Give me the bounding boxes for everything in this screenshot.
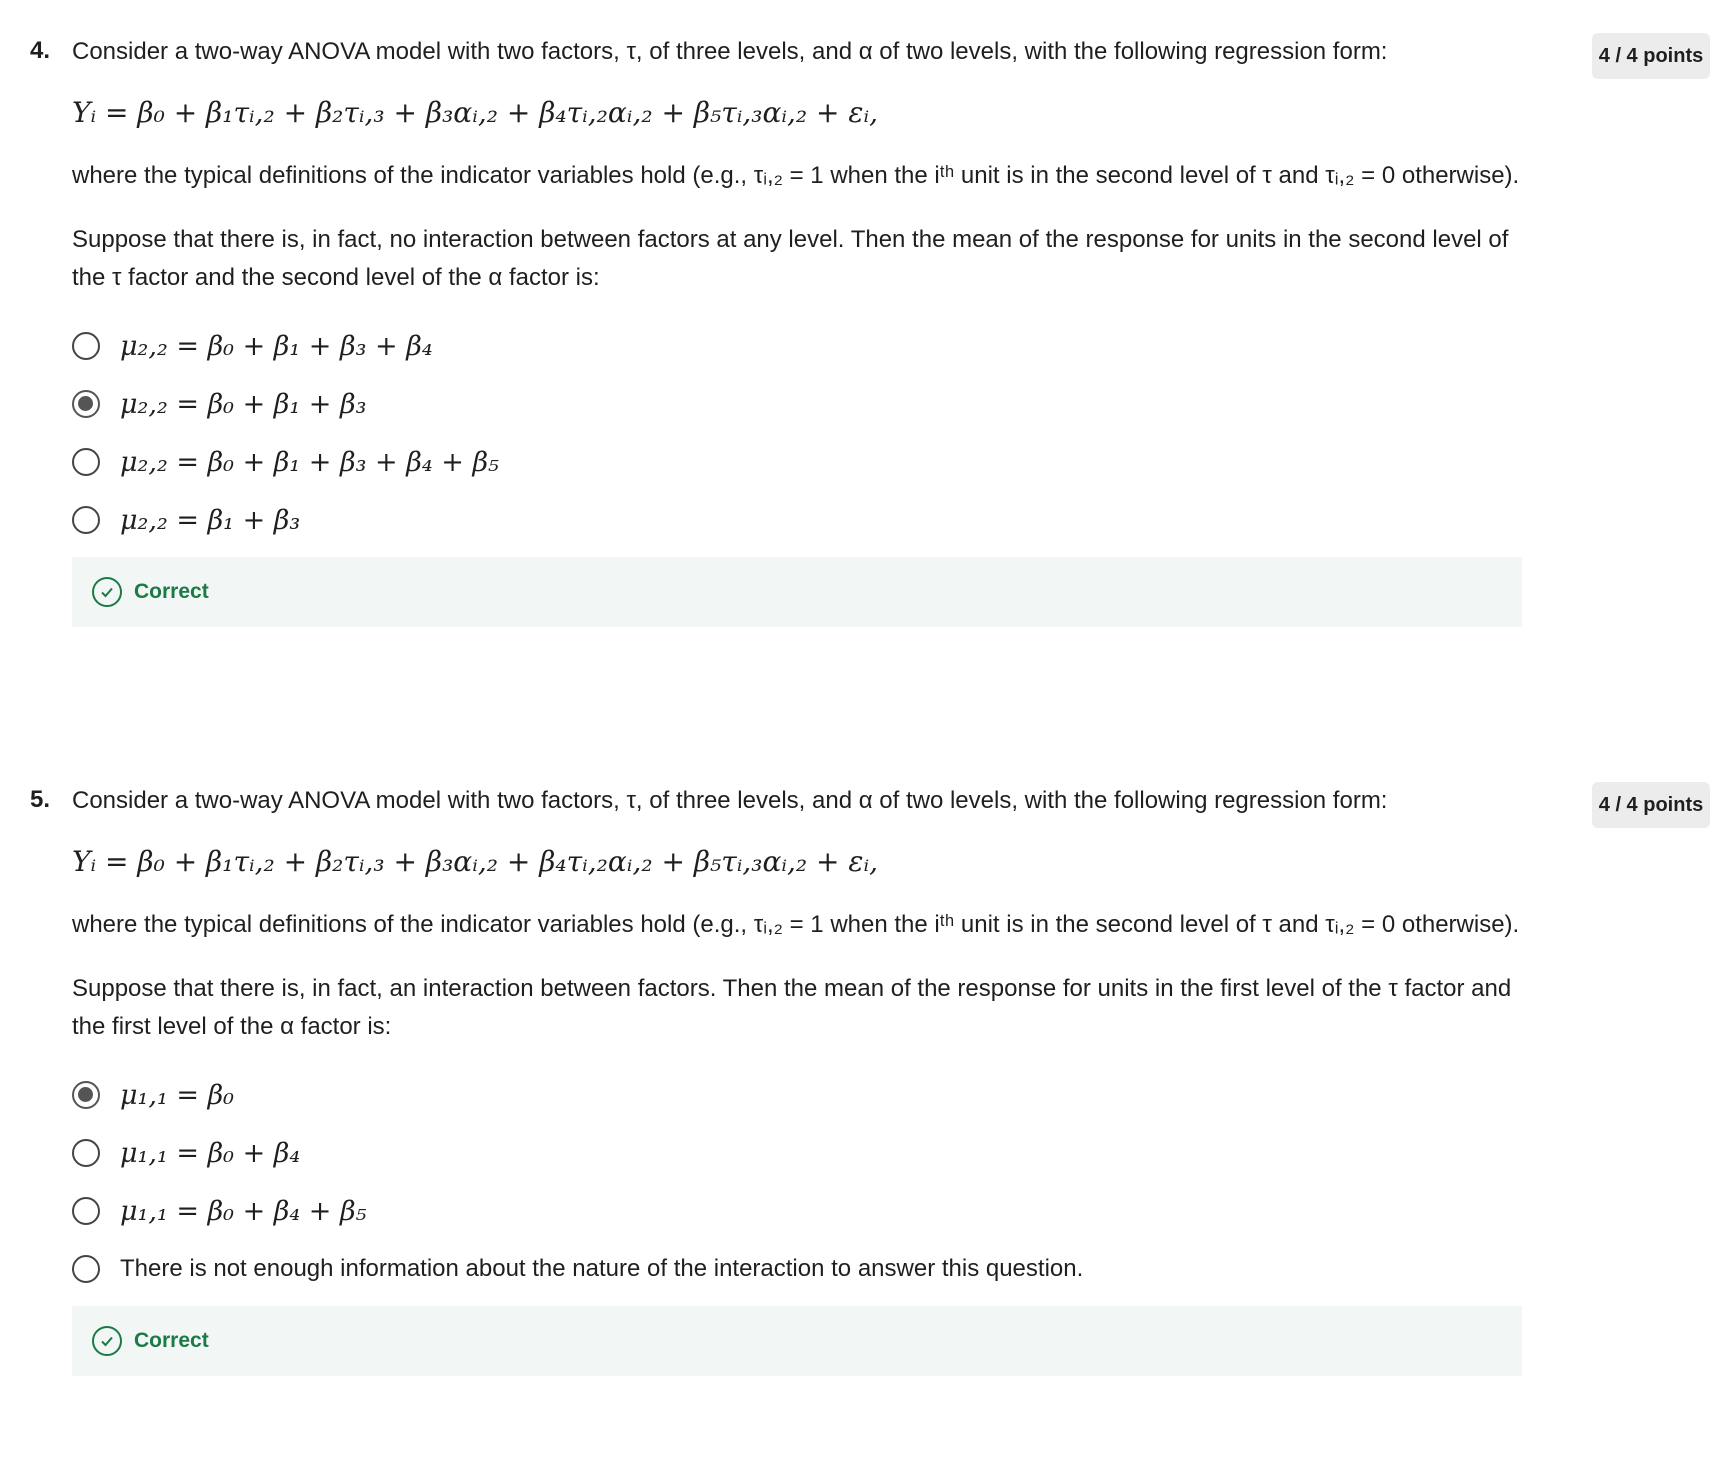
- question-number: 4.: [30, 37, 51, 64]
- answer-option[interactable]: There is not enough information about th…: [72, 1240, 1522, 1298]
- radio-button-selected[interactable]: [72, 1081, 100, 1109]
- radio-button-selected[interactable]: [72, 390, 100, 418]
- answer-option[interactable]: μ₂,₂ = β₀ + β₁ + β₃: [72, 375, 1522, 433]
- option-label: μ₁,₁ = β₀ + β₄: [120, 1137, 301, 1169]
- option-label: μ₂,₂ = β₀ + β₁ + β₃ + β₄ + β₅: [120, 446, 499, 478]
- answer-option[interactable]: μ₂,₂ = β₀ + β₁ + β₃ + β₄ + β₅: [72, 433, 1522, 491]
- answer-option[interactable]: μ₂,₂ = β₀ + β₁ + β₃ + β₄: [72, 317, 1522, 375]
- indicator-definition: where the typical definitions of the ind…: [72, 911, 1520, 938]
- option-label: μ₁,₁ = β₀ + β₄ + β₅: [120, 1195, 367, 1227]
- feedback-label: Correct: [134, 1329, 209, 1352]
- answer-option[interactable]: μ₁,₁ = β₀ + β₄ + β₅: [72, 1182, 1522, 1240]
- regression-equation: Yᵢ = β₀ + β₁τᵢ,₂ + β₂τᵢ,₃ + β₃αᵢ,₂ + β₄τ…: [72, 96, 878, 129]
- option-label: μ₂,₂ = β₀ + β₁ + β₃: [120, 388, 367, 420]
- quiz-page: 4. 4 / 4 points Consider a two-way ANOVA…: [0, 0, 1721, 1481]
- radio-button[interactable]: [72, 506, 100, 534]
- regression-equation: Yᵢ = β₀ + β₁τᵢ,₂ + β₂τᵢ,₃ + β₃αᵢ,₂ + β₄τ…: [72, 845, 878, 878]
- answer-options: μ₂,₂ = β₀ + β₁ + β₃ + β₄ μ₂,₂ = β₀ + β₁ …: [72, 317, 1522, 549]
- option-label: There is not enough information about th…: [120, 1255, 1084, 1282]
- question-scenario: Suppose that there is, in fact, an inter…: [72, 975, 1512, 1040]
- question-scenario: Suppose that there is, in fact, no inter…: [72, 226, 1509, 291]
- question-prompt: Consider a two-way ANOVA model with two …: [72, 38, 1388, 65]
- points-badge: 4 / 4 points: [1592, 782, 1710, 828]
- question-prompt: Consider a two-way ANOVA model with two …: [72, 787, 1388, 814]
- question-number: 5.: [30, 786, 51, 813]
- check-circle-icon: [92, 1326, 122, 1356]
- answer-options: μ₁,₁ = β₀ μ₁,₁ = β₀ + β₄ μ₁,₁ = β₀ + β₄ …: [72, 1066, 1522, 1298]
- radio-button[interactable]: [72, 1197, 100, 1225]
- option-label: μ₁,₁ = β₀: [120, 1079, 234, 1111]
- feedback-correct: Correct: [72, 1306, 1522, 1376]
- feedback-correct: Correct: [72, 557, 1522, 627]
- answer-option[interactable]: μ₁,₁ = β₀: [72, 1066, 1522, 1124]
- radio-button[interactable]: [72, 448, 100, 476]
- option-label: μ₂,₂ = β₀ + β₁ + β₃ + β₄: [120, 330, 433, 362]
- answer-option[interactable]: μ₁,₁ = β₀ + β₄: [72, 1124, 1522, 1182]
- radio-button[interactable]: [72, 1139, 100, 1167]
- points-badge: 4 / 4 points: [1592, 33, 1710, 79]
- radio-button[interactable]: [72, 1255, 100, 1283]
- radio-button[interactable]: [72, 332, 100, 360]
- check-circle-icon: [92, 577, 122, 607]
- answer-option[interactable]: μ₂,₂ = β₁ + β₃: [72, 491, 1522, 549]
- indicator-definition: where the typical definitions of the ind…: [72, 162, 1520, 189]
- feedback-label: Correct: [134, 580, 209, 603]
- option-label: μ₂,₂ = β₁ + β₃: [120, 504, 301, 536]
